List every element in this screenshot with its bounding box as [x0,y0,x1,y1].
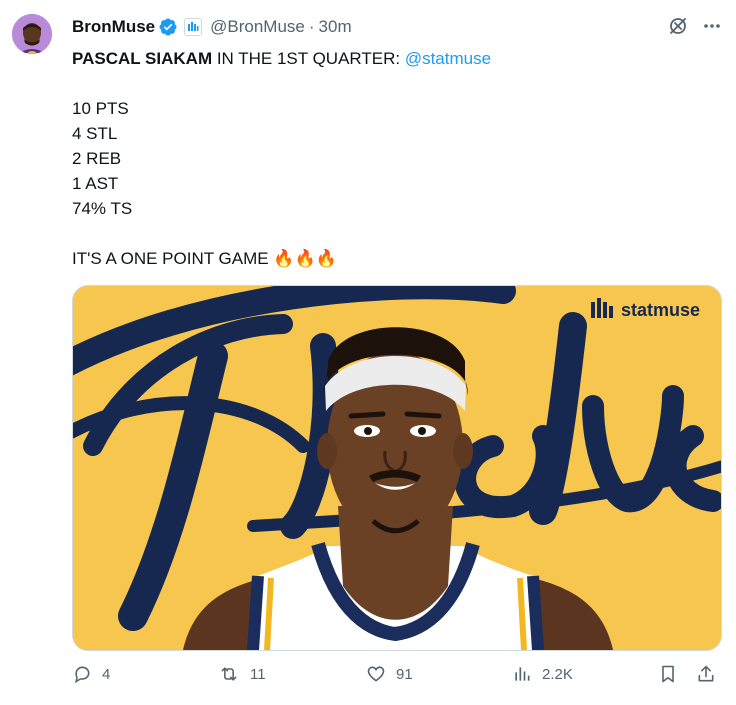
statmuse-brand-text: statmuse [621,300,700,320]
statmuse-affiliate-icon[interactable] [184,18,203,36]
author-name[interactable]: BronMuse [72,17,155,37]
tweet-top-actions [668,16,722,36]
headline-bold: PASCAL SIAKAM [72,49,213,68]
retweet-button[interactable]: 11 [218,664,266,684]
reply-button[interactable]: 4 [72,664,110,684]
heart-icon [367,666,385,682]
tweet: BronMuse @BronMuse · 30m PASCAL SIAKAM I… [0,0,736,705]
stat-line: 4 STL [72,124,118,143]
more-icon[interactable] [702,16,722,36]
tweet-text: PASCAL SIAKAM IN THE 1ST QUARTER: @statm… [72,46,712,271]
grok-icon[interactable] [668,16,688,36]
tweet-actions: 4 11 91 2.2K [72,664,720,692]
media-image[interactable]: statmuse [72,285,722,651]
stat-line: 2 REB [72,149,122,168]
bookmark-icon [662,665,674,683]
views-icon [515,667,530,681]
separator-dot: · [308,17,315,36]
tweet-timestamp[interactable]: 30m [319,17,352,37]
retweet-count: 11 [250,665,266,683]
tweet-header: BronMuse @BronMuse · 30m [72,14,352,40]
mention-link[interactable]: @statmuse [405,49,491,68]
reply-icon [74,666,90,684]
like-count: 91 [396,665,413,683]
retweet-icon [221,667,237,681]
verified-badge-icon[interactable] [158,17,178,37]
closing-line: IT'S A ONE POINT GAME 🔥🔥🔥 [72,246,712,271]
author-handle[interactable]: @BronMuse [210,17,305,37]
stat-line: 10 PTS [72,99,129,118]
share-icon [698,665,714,682]
fire-emoji: 🔥🔥🔥 [273,249,337,268]
views-count: 2.2K [542,665,573,683]
closing-text: IT'S A ONE POINT GAME [72,249,274,268]
avatar[interactable] [12,14,52,54]
reply-count: 4 [102,665,111,683]
headline-line: PASCAL SIAKAM IN THE 1ST QUARTER: @statm… [72,46,712,71]
views-button[interactable]: 2.2K [512,664,573,684]
like-button[interactable]: 91 [366,664,413,684]
share-button[interactable] [696,664,716,684]
stat-line: 1 AST [72,174,119,193]
bookmark-button[interactable] [658,664,678,684]
headline-rest: IN THE 1ST QUARTER: [212,49,405,68]
stat-line: 74% TS [72,199,133,218]
